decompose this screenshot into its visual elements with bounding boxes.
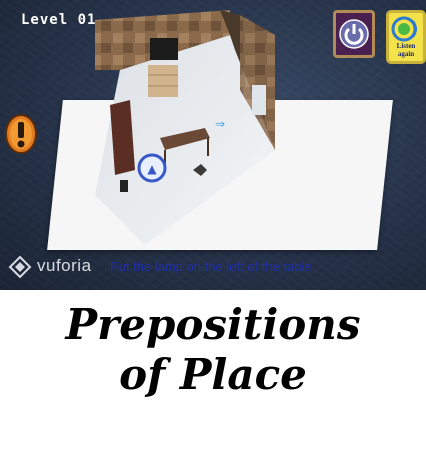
vuforia-name: vuforia (37, 256, 92, 275)
hint-button[interactable] (4, 112, 38, 156)
svg-text:⇒: ⇒ (215, 117, 225, 131)
title-line-2: of Place (119, 350, 307, 399)
vuforia-watermark: vuforia (8, 255, 91, 279)
page-title: Prepositions of Place (0, 300, 426, 400)
dresser (148, 65, 178, 97)
instruction-text: Put the lamp on the left of the table (110, 259, 312, 274)
restart-icon (339, 19, 369, 49)
vuforia-logo-icon (8, 255, 32, 279)
listen-again-button[interactable]: Listen again (386, 10, 426, 64)
speaker-icon (391, 16, 417, 42)
ar-scene: ▲ ⇒ Level 01 Listen again vuforia Put th… (0, 0, 426, 290)
restart-button[interactable] (333, 10, 375, 58)
room-model: ▲ ⇒ (95, 10, 275, 245)
television (150, 38, 178, 60)
bin (120, 180, 128, 192)
title-line-1: Prepositions (65, 300, 361, 349)
exclamation-icon (5, 114, 37, 154)
window (252, 85, 266, 115)
listen-again-label: Listen again (396, 42, 416, 58)
level-label: Level 01 (21, 12, 97, 28)
svg-text:▲: ▲ (147, 162, 157, 176)
